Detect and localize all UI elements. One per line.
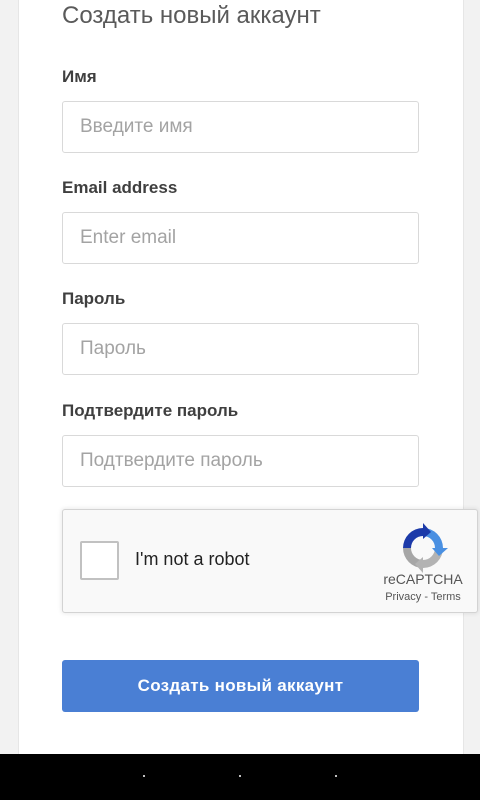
back-button[interactable]	[143, 775, 145, 777]
terms-link[interactable]: Terms	[431, 591, 461, 603]
recaptcha-label: I'm not a robot	[135, 549, 250, 569]
recaptcha-logo-icon	[403, 523, 448, 573]
page-title: Создать новый аккаунт	[62, 2, 321, 29]
home-button[interactable]	[239, 775, 241, 777]
system-navigation-bar	[0, 754, 480, 800]
password-label: Пароль	[62, 289, 126, 308]
password-input[interactable]	[62, 323, 419, 375]
name-input[interactable]	[62, 101, 419, 153]
recaptcha-links: Privacy - Terms	[363, 591, 480, 603]
recaptcha-widget: I'm not a robot reCAPTCHA Privacy - Term…	[62, 509, 478, 613]
confirm-password-label: Подтвердите пароль	[62, 401, 239, 420]
links-separator: -	[421, 591, 431, 603]
confirm-password-input[interactable]	[62, 435, 419, 487]
email-input[interactable]	[62, 212, 419, 264]
email-label: Email address	[62, 178, 178, 197]
privacy-link[interactable]: Privacy	[385, 591, 421, 603]
recaptcha-brand: reCAPTCHA	[383, 571, 463, 587]
name-label: Имя	[62, 67, 97, 86]
create-account-button[interactable]: Создать новый аккаунт	[62, 660, 419, 712]
recents-button[interactable]	[335, 775, 337, 777]
recaptcha-checkbox[interactable]	[80, 541, 119, 580]
